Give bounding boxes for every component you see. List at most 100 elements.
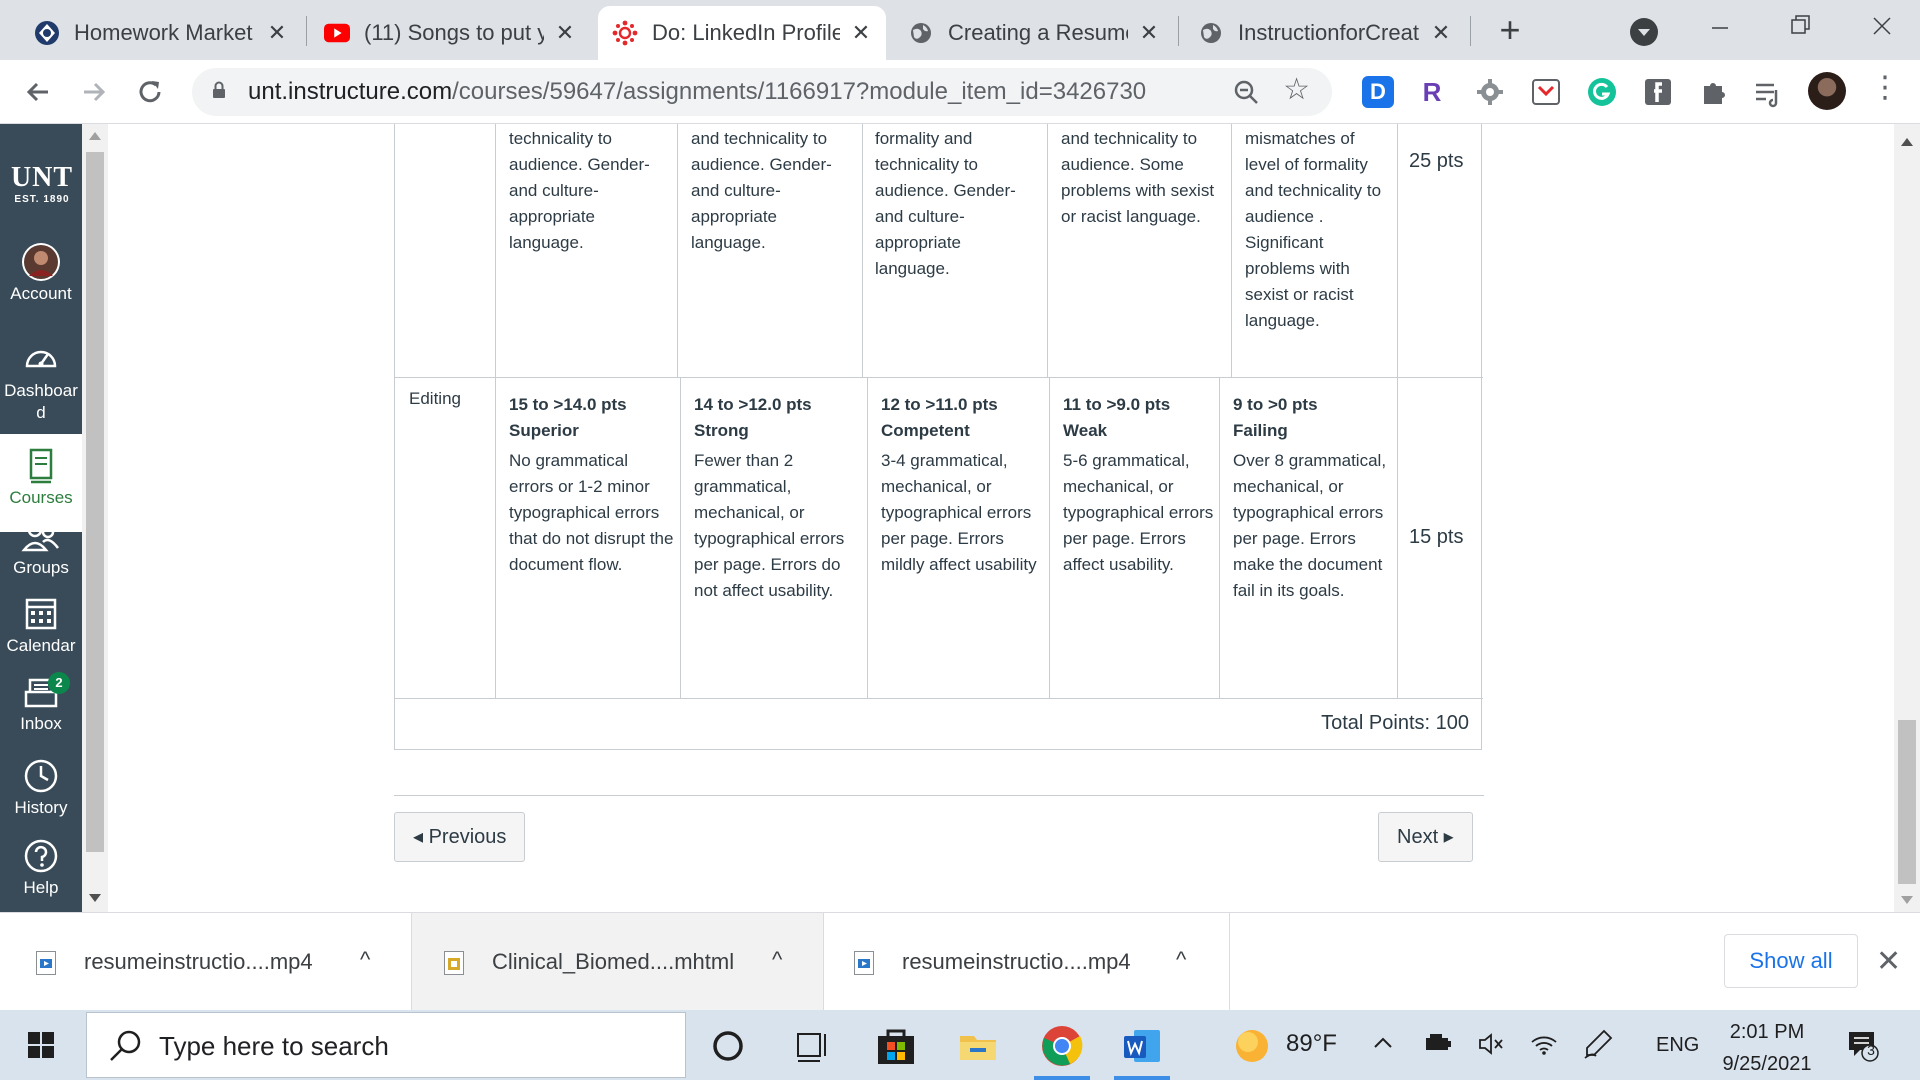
close-window-icon[interactable] bbox=[1852, 6, 1912, 53]
rating-superior[interactable]: 15 to >14.0 pts Superior No grammatical … bbox=[509, 392, 674, 578]
reading-list-icon[interactable] bbox=[1752, 76, 1784, 108]
total-points: Total Points: 100 bbox=[1321, 712, 1469, 734]
windows-start-icon[interactable] bbox=[28, 1032, 54, 1058]
new-tab-button[interactable]: + bbox=[1490, 10, 1530, 50]
tab-close-icon[interactable]: ✕ bbox=[1138, 20, 1160, 46]
rating-points: 11 to >9.0 pts bbox=[1063, 395, 1171, 414]
next-button[interactable]: Next ▸ bbox=[1378, 812, 1473, 862]
extensions-puzzle-icon[interactable] bbox=[1698, 76, 1730, 108]
extension-r-icon[interactable]: R bbox=[1416, 76, 1448, 108]
rating-description: and technicality to audience. Some probl… bbox=[1061, 129, 1215, 226]
word-icon[interactable] bbox=[1120, 1024, 1164, 1068]
extension-pocket-icon[interactable] bbox=[1530, 76, 1562, 108]
extension-f-icon[interactable] bbox=[1642, 76, 1674, 108]
tab-close-icon[interactable]: ✕ bbox=[266, 20, 288, 46]
rating-weak[interactable]: 11 to >9.0 pts Weak 5-6 grammatical, mec… bbox=[1063, 392, 1215, 578]
back-button[interactable] bbox=[18, 72, 58, 112]
weather-temperature[interactable]: 89°F bbox=[1286, 1030, 1337, 1058]
input-language[interactable]: ENG bbox=[1656, 1034, 1699, 1057]
wifi-icon[interactable] bbox=[1530, 1032, 1558, 1063]
column-divider bbox=[1047, 124, 1048, 377]
close-downloads-icon[interactable]: ✕ bbox=[1876, 944, 1901, 979]
action-center-icon[interactable]: 3 bbox=[1846, 1028, 1880, 1062]
battery-icon[interactable] bbox=[1424, 1032, 1454, 1063]
minimize-icon[interactable] bbox=[1690, 6, 1750, 53]
extension-d-icon[interactable]: D bbox=[1362, 76, 1394, 108]
bookmark-star-icon[interactable]: ☆ bbox=[1283, 72, 1310, 107]
chevron-up-icon[interactable]: ^ bbox=[360, 947, 370, 973]
pen-workspace-icon[interactable] bbox=[1582, 1028, 1614, 1067]
nav-scrollbar[interactable] bbox=[82, 124, 108, 912]
rating-points: 15 to >14.0 pts bbox=[509, 395, 627, 414]
tab-close-icon[interactable]: ✕ bbox=[1430, 20, 1452, 46]
rating-title: Superior bbox=[509, 421, 579, 440]
profile-avatar[interactable] bbox=[1808, 72, 1846, 110]
download-item[interactable]: resumeinstructio....mp4 ^ bbox=[824, 913, 1230, 1011]
scroll-up-arrow-icon[interactable] bbox=[89, 132, 101, 140]
rating-points: 12 to >11.0 pts bbox=[881, 395, 998, 414]
tab-title: Do: LinkedIn Profile bbox=[652, 20, 840, 45]
cortana-icon[interactable] bbox=[706, 1024, 750, 1068]
extension-grammarly-icon[interactable] bbox=[1586, 76, 1618, 108]
nav-item-groups[interactable]: Groups bbox=[0, 516, 82, 588]
tab-homework-market[interactable]: Homework Market ✕ bbox=[20, 6, 302, 60]
show-all-downloads-button[interactable]: Show all bbox=[1724, 934, 1858, 988]
extension-gear-icon[interactable] bbox=[1474, 76, 1506, 108]
task-view-icon[interactable] bbox=[790, 1024, 834, 1068]
scroll-up-arrow-icon[interactable] bbox=[1901, 138, 1913, 146]
tab-youtube[interactable]: (11) Songs to put y ✕ bbox=[310, 6, 590, 60]
tab-close-icon[interactable]: ✕ bbox=[554, 20, 576, 46]
nav-item-inbox[interactable]: 2 Inbox bbox=[0, 672, 82, 744]
volume-muted-icon[interactable] bbox=[1478, 1032, 1504, 1063]
nav-item-help[interactable]: Help bbox=[0, 836, 82, 908]
browser-menu-icon[interactable]: ⋮ bbox=[1870, 70, 1900, 105]
canvas-icon bbox=[612, 20, 638, 46]
scroll-down-arrow-icon[interactable] bbox=[89, 894, 101, 902]
chevron-up-icon[interactable]: ^ bbox=[772, 947, 782, 973]
tab-instruction[interactable]: InstructionforCreati ✕ bbox=[1184, 6, 1466, 60]
unt-logo[interactable]: UNT EST. 1890 bbox=[10, 162, 74, 205]
nav-label: History bbox=[14, 798, 68, 817]
logo-text: UNT bbox=[10, 162, 74, 193]
page-scrollbar[interactable] bbox=[1894, 124, 1920, 912]
video-file-icon bbox=[36, 951, 56, 975]
system-clock[interactable]: 2:01 PM 9/25/2021 bbox=[1712, 1016, 1822, 1080]
previous-button[interactable]: ◂ Previous bbox=[394, 812, 526, 862]
weather-sun-icon[interactable] bbox=[1232, 1026, 1272, 1066]
restore-icon[interactable] bbox=[1770, 6, 1830, 53]
file-explorer-icon[interactable] bbox=[956, 1024, 1000, 1068]
tray-overflow-chevron-icon[interactable] bbox=[1372, 1032, 1394, 1061]
nav-label: Calendar bbox=[6, 636, 76, 655]
download-item[interactable]: resumeinstructio....mp4 ^ bbox=[0, 913, 412, 1011]
tab-linkedin-profile[interactable]: Do: LinkedIn Profile ✕ bbox=[598, 6, 886, 60]
lock-icon bbox=[212, 81, 226, 99]
nav-item-account[interactable]: Account bbox=[0, 242, 82, 320]
tab-title: Creating a Resume bbox=[948, 20, 1128, 45]
nav-item-calendar[interactable]: Calendar bbox=[0, 594, 82, 666]
rating-failing[interactable]: 9 to >0 pts Failing Over 8 grammatical, … bbox=[1233, 392, 1391, 604]
rating-strong[interactable]: 14 to >12.0 pts Strong Fewer than 2 gram… bbox=[694, 392, 862, 604]
tab-search-icon[interactable] bbox=[1630, 18, 1658, 46]
nav-item-history[interactable]: History bbox=[0, 756, 82, 828]
scrollbar-thumb[interactable] bbox=[86, 152, 104, 852]
reload-button[interactable] bbox=[130, 72, 170, 112]
forward-button[interactable] bbox=[74, 72, 114, 112]
download-item[interactable]: Clinical_Biomed....mhtml ^ bbox=[412, 913, 824, 1011]
microsoft-store-icon[interactable] bbox=[874, 1024, 918, 1068]
groups-icon bbox=[21, 516, 61, 556]
tab-creating-resume[interactable]: Creating a Resume ✕ bbox=[894, 6, 1174, 60]
rating-competent[interactable]: 12 to >11.0 pts Competent 3-4 grammatica… bbox=[881, 392, 1043, 578]
nav-label: Dashboar d bbox=[4, 381, 78, 422]
zoom-icon[interactable] bbox=[1232, 78, 1260, 106]
scrollbar-thumb[interactable] bbox=[1898, 720, 1916, 884]
chrome-icon[interactable] bbox=[1040, 1024, 1084, 1068]
address-bar[interactable]: unt.instructure.com/courses/59647/assign… bbox=[192, 68, 1332, 116]
inbox-unread-badge: 2 bbox=[48, 672, 70, 694]
scroll-down-arrow-icon[interactable] bbox=[1901, 896, 1913, 904]
taskbar-search-box[interactable]: Type here to search bbox=[86, 1012, 686, 1078]
rating-description: technicality to audience. Gender- and cu… bbox=[509, 129, 650, 252]
chevron-up-icon[interactable]: ^ bbox=[1176, 947, 1186, 973]
tab-close-icon[interactable]: ✕ bbox=[850, 20, 872, 46]
nav-item-dashboard[interactable]: Dashboar d bbox=[0, 338, 82, 438]
rating-description: 5-6 grammatical, mechanical, or typograp… bbox=[1063, 451, 1214, 574]
